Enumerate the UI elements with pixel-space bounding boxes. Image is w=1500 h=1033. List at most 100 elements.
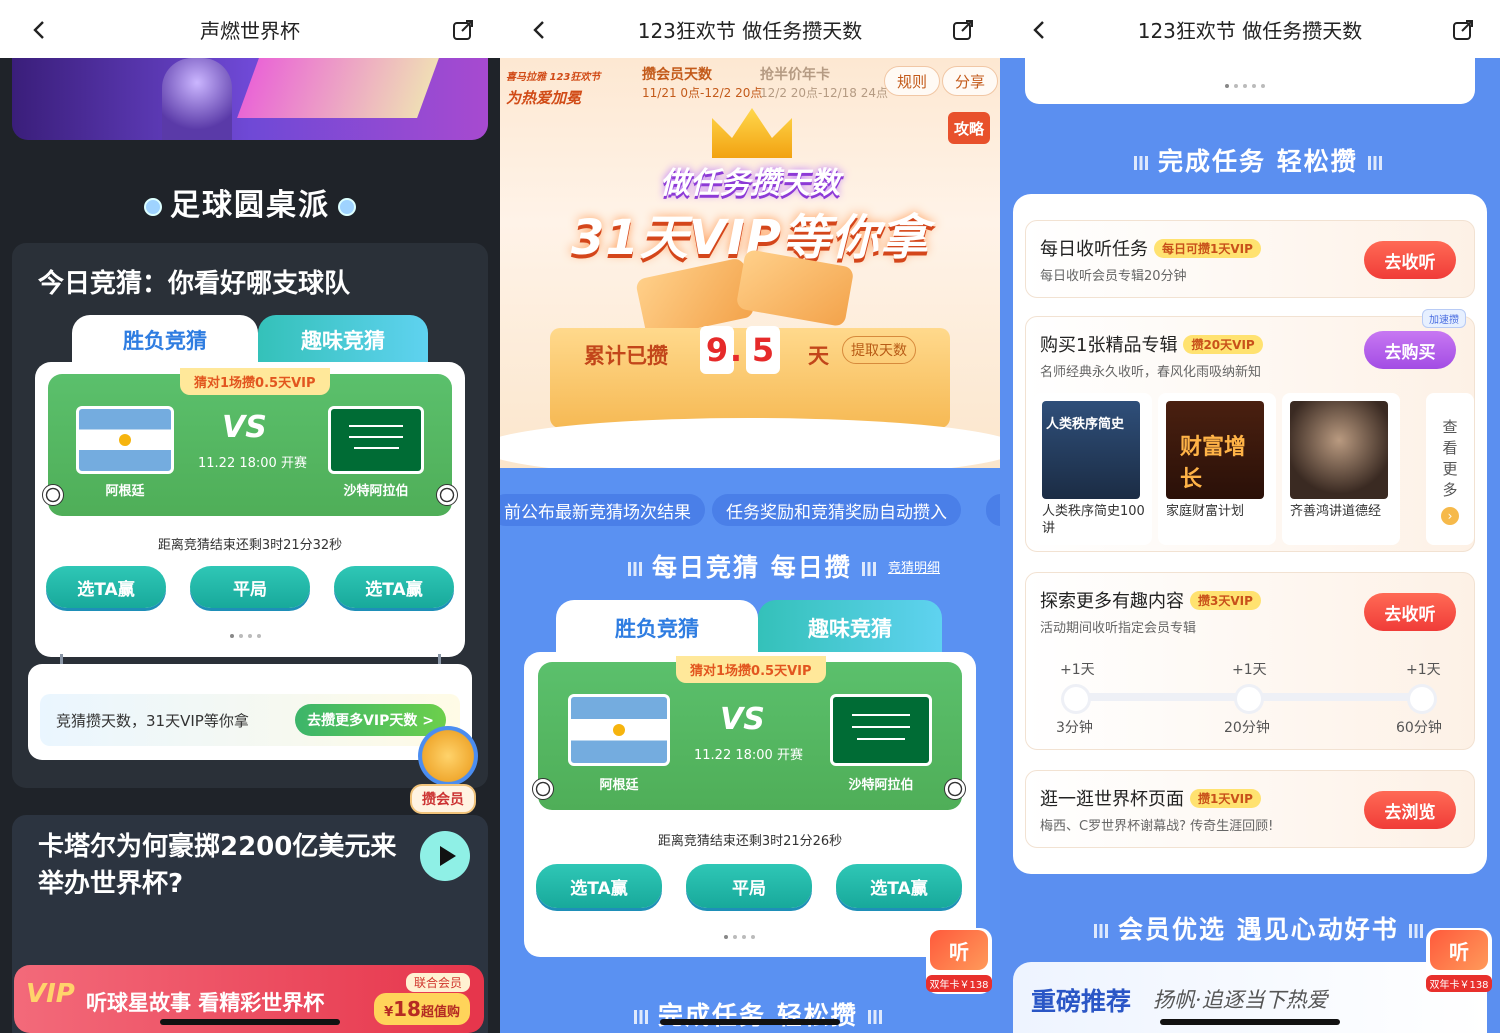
browse-button[interactable]: 去浏览 bbox=[1364, 791, 1456, 829]
album-card[interactable]: 人类秩序简史 人类秩序简史100讲 bbox=[1034, 393, 1152, 545]
nav-bar: 声燃世界杯 bbox=[0, 0, 500, 58]
pick-away-button[interactable]: 选TA赢 bbox=[836, 864, 962, 908]
section-title: 完成任务 轻松攒 bbox=[624, 996, 892, 1032]
team-home: 阿根廷 bbox=[599, 778, 639, 793]
saudi-flag-icon[interactable] bbox=[830, 694, 932, 766]
album-caption: 家庭财富计划 bbox=[1166, 504, 1245, 519]
soccer-ball-icon bbox=[436, 484, 458, 506]
crown-icon bbox=[712, 108, 792, 158]
ticker-item: 任务奖励和竞猜奖励自动攒入 bbox=[712, 494, 961, 526]
task-reward-badge: 攒20天VIP bbox=[1183, 335, 1263, 354]
task-buy-album: 加速攒 购买1张精品专辑 攒20天VIP 名师经典永久收听，春风化雨吸纳新知 去购… bbox=[1025, 309, 1475, 552]
share-icon[interactable] bbox=[1452, 19, 1474, 41]
share-icon[interactable] bbox=[952, 19, 974, 41]
tab-fun[interactable]: 趣味竞猜 bbox=[758, 600, 942, 656]
play-icon[interactable] bbox=[420, 831, 470, 881]
progress-time: 60分钟 bbox=[1396, 720, 1442, 736]
share-button[interactable]: 分享 bbox=[942, 66, 999, 96]
pick-home-button[interactable]: 选TA赢 bbox=[536, 864, 662, 908]
pick-draw-button[interactable]: 平局 bbox=[686, 864, 812, 908]
float-ad-price: 双年卡￥138 bbox=[926, 975, 992, 992]
task-desc: 每日收听会员专辑20分钟 bbox=[1040, 269, 1187, 284]
task-reward-badge: 每日可攒1天VIP bbox=[1154, 239, 1261, 258]
quiz-title: 今日竞猜：你看好哪支球队 bbox=[38, 269, 351, 299]
task-reward-badge: 攒1天VIP bbox=[1190, 789, 1261, 808]
pick-away-button[interactable]: 选TA赢 bbox=[334, 566, 454, 608]
listen-button[interactable]: 去收听 bbox=[1364, 241, 1456, 279]
tab-fun[interactable]: 趣味竞猜 bbox=[258, 315, 428, 365]
team-away: 沙特阿拉伯 bbox=[848, 778, 914, 793]
album-cover bbox=[1290, 401, 1388, 499]
team-home: 阿根廷 bbox=[105, 484, 145, 499]
pick-draw-button[interactable]: 平局 bbox=[190, 566, 310, 608]
album-caption: 人类秩序简史100讲 bbox=[1042, 504, 1145, 536]
back-arrow-icon[interactable] bbox=[28, 18, 52, 42]
carousel-dots bbox=[230, 634, 261, 638]
album-caption: 齐善鸿讲道德经 bbox=[1290, 504, 1382, 519]
hero-banner: 喜马拉雅 123狂欢节 为热爱加冕 攒会员天数 11/21 0点-12/2 20点 … bbox=[500, 58, 1000, 468]
headline-1: 做任务攒天数 bbox=[660, 166, 840, 201]
ad-price[interactable]: ¥18超值购 bbox=[374, 993, 470, 1025]
quiz-detail-link[interactable]: 竞猜明细 bbox=[888, 557, 940, 576]
listen-icon: 听 bbox=[1430, 930, 1488, 970]
promo-card: 竞猜攒天数，31天VIP等你拿 去攒更多VIP天数 > bbox=[28, 664, 472, 760]
share-icon[interactable] bbox=[452, 19, 474, 41]
panel-worldcup: 声燃世界杯 足球圆桌派 今日竞猜：你看好哪支球队 胜负竞猜 趣味竞猜 猜对1场攒… bbox=[0, 0, 500, 1033]
section-title: 完成任务 轻松攒 bbox=[1124, 142, 1392, 178]
quiz-tabs: 胜负竞猜 趣味竞猜 bbox=[72, 315, 428, 365]
top-banner[interactable] bbox=[12, 58, 488, 140]
member-badge[interactable]: 攒会员 bbox=[410, 784, 476, 814]
see-more-button[interactable]: 查看更多 › bbox=[1426, 393, 1474, 545]
back-arrow-icon[interactable] bbox=[528, 18, 552, 42]
progress-reward: +1天 bbox=[1232, 662, 1267, 678]
tab-win-lose[interactable]: 胜负竞猜 bbox=[72, 315, 258, 365]
buy-button[interactable]: 去购买 bbox=[1364, 331, 1456, 369]
progress-node bbox=[1237, 687, 1261, 711]
cloud-decoration bbox=[500, 418, 1000, 468]
task-name: 探索更多有趣内容 bbox=[1040, 591, 1184, 612]
video-title: 卡塔尔为何豪掷2200亿美元来举办世界杯? bbox=[38, 832, 397, 899]
task-name: 购买1张精品专辑 bbox=[1040, 335, 1178, 356]
vip-logo: VIP bbox=[26, 979, 75, 1009]
rules-button[interactable]: 规则 bbox=[884, 66, 941, 96]
panel-event-tasks: 123狂欢节 做任务攒天数 完成任务 轻松攒 每日收听任务 每日可攒1天VIP 每… bbox=[1000, 0, 1500, 1033]
soccer-ball-icon bbox=[944, 778, 966, 800]
tab-win-lose[interactable]: 胜负竞猜 bbox=[556, 600, 758, 656]
carousel-dots bbox=[1225, 84, 1265, 88]
soccer-ball-icon bbox=[144, 197, 162, 216]
strategy-button[interactable]: 攻略 bbox=[948, 112, 990, 144]
saudi-flag-icon[interactable] bbox=[328, 406, 424, 474]
argentina-flag-icon[interactable] bbox=[568, 694, 670, 766]
pick-home-button[interactable]: 选TA赢 bbox=[46, 566, 166, 608]
match-time: 11.22 18:00 开赛 bbox=[198, 456, 307, 471]
withdraw-days-button[interactable]: 提取天数 bbox=[842, 336, 916, 364]
home-indicator bbox=[1160, 1019, 1340, 1025]
task-desc: 活动期间收听指定会员专辑 bbox=[1040, 621, 1197, 636]
album-card[interactable]: 财富增长 家庭财富计划 bbox=[1158, 393, 1276, 545]
countdown-text: 距离竞猜结束还剩3时21分32秒 bbox=[157, 538, 343, 553]
countdown-text: 距离竞猜结束还剩3时21分26秒 bbox=[657, 834, 843, 849]
argentina-flag-icon[interactable] bbox=[76, 406, 174, 474]
floating-ad[interactable]: 听 双年卡￥138 bbox=[926, 928, 992, 994]
reward-badge: 猜对1场攒0.5天VIP bbox=[180, 368, 330, 395]
section-title: 足球圆桌派 bbox=[0, 180, 500, 224]
progress-reward: +1天 bbox=[1060, 662, 1095, 678]
banner-figure bbox=[162, 58, 232, 140]
soccer-ball-icon bbox=[338, 197, 356, 216]
progress-node bbox=[1064, 687, 1088, 711]
album-card[interactable]: 齐善鸿讲道德经 bbox=[1282, 393, 1400, 545]
match-pitch: 猜对1场攒0.5天VIP 阿根廷 VS 11.22 18:00 开赛 沙特阿拉伯 bbox=[538, 656, 962, 810]
book-subtitle: 扬帆·追逐当下热爱 bbox=[1153, 988, 1328, 1012]
task-reward-badge: 攒3天VIP bbox=[1190, 591, 1261, 610]
task-browse-worldcup: 逛一逛世界杯页面 攒1天VIP 梅西、C罗世界杯谢幕战? 传奇生涯回顾! 去浏览 bbox=[1025, 770, 1475, 848]
back-arrow-icon[interactable] bbox=[1028, 18, 1052, 42]
listen-button[interactable]: 去收听 bbox=[1364, 593, 1456, 631]
earn-more-button[interactable]: 去攒更多VIP天数 > bbox=[295, 704, 446, 736]
book-title: 重磅推荐 bbox=[1031, 987, 1132, 1016]
soccer-ball-icon bbox=[42, 484, 64, 506]
floating-ad[interactable]: 听 双年卡￥138 bbox=[1426, 928, 1492, 994]
vip-hand-icon bbox=[418, 726, 478, 786]
task-list: 每日收听任务 每日可攒1天VIP 每日收听会员专辑20分钟 去收听 加速攒 购买1… bbox=[1013, 194, 1487, 874]
nav-bar: 123狂欢节 做任务攒天数 bbox=[500, 0, 1000, 58]
ticker-item bbox=[986, 494, 1000, 526]
